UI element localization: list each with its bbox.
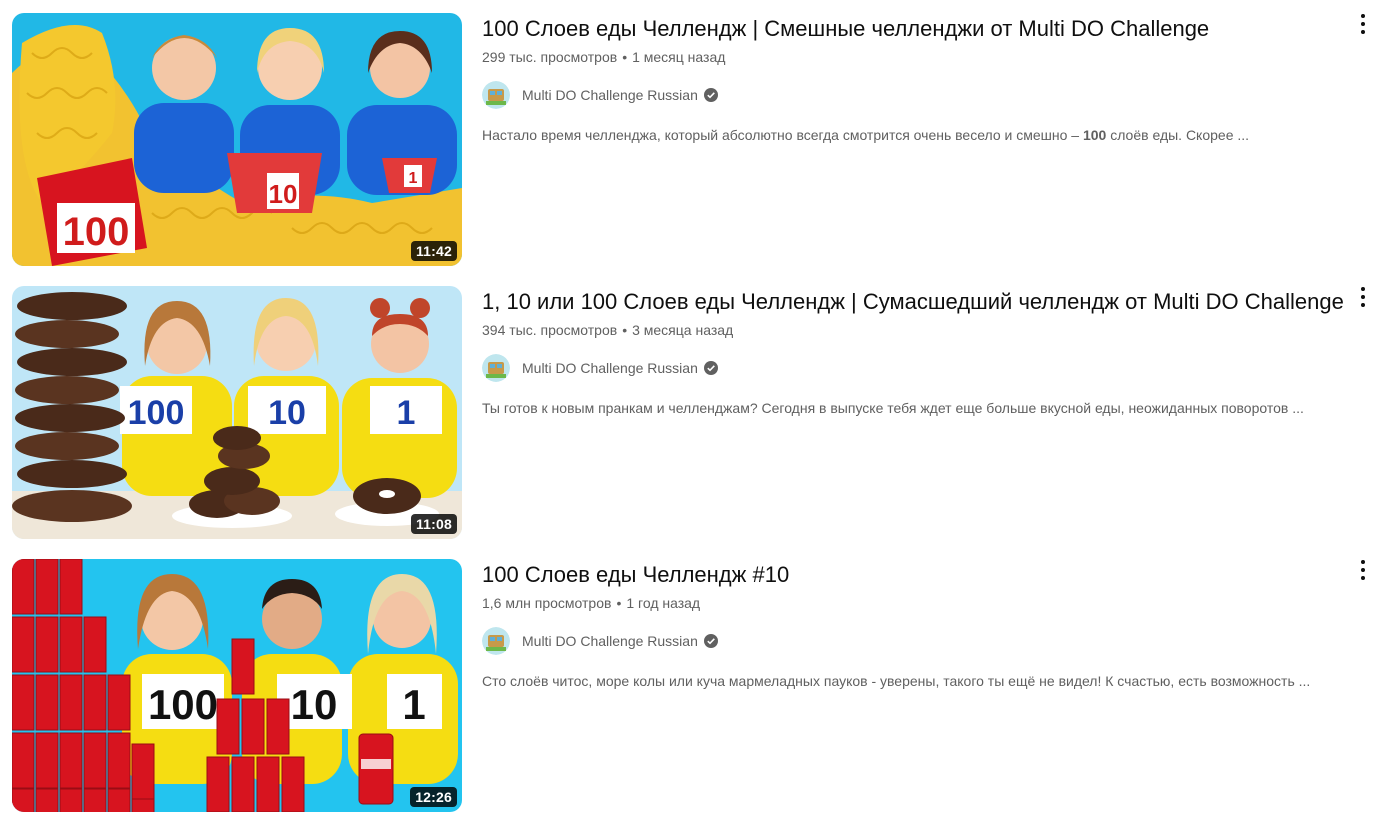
- video-result-1[interactable]: 10 1 100 11:42 100 Слоев еды Челлендж | …: [0, 0, 1397, 266]
- thumb-label-10: 10: [291, 681, 338, 728]
- thumb-label-1: 1: [402, 681, 425, 728]
- video-info: 100 Слоев еды Челлендж | Смешные челленд…: [482, 12, 1352, 145]
- video-result-3[interactable]: 100 10 1 12:26 100 Слоев еды Челлендж #1…: [0, 546, 1397, 812]
- video-result-2[interactable]: 100 10 1 11:08 1, 10 или 100 Слоев еды Ч…: [0, 273, 1397, 539]
- verified-check-icon: [703, 88, 718, 102]
- thumb-label-10: 10: [269, 179, 298, 209]
- thumb-label-100: 100: [148, 681, 218, 728]
- more-vert-icon[interactable]: [1351, 558, 1375, 582]
- thumbnail-image: 10 1 100: [12, 13, 462, 266]
- channel-row[interactable]: Multi DO Challenge Russian: [482, 354, 1352, 382]
- video-info: 100 Слоев еды Челлендж #10 1,6 млн просм…: [482, 558, 1352, 691]
- separator-dot: •: [616, 595, 622, 611]
- video-meta: 1,6 млн просмотров • 1 год назад: [482, 593, 1352, 613]
- video-description: Настало время челленджа, который абсолют…: [482, 125, 1382, 145]
- description-text: Сто слоёв читос, море колы или куча марм…: [482, 673, 1311, 689]
- video-title[interactable]: 100 Слоев еды Челлендж #10: [482, 558, 1352, 591]
- duration-badge: 12:26: [410, 787, 457, 807]
- thumb-label-1: 1: [409, 170, 418, 187]
- duration-badge: 11:08: [410, 514, 457, 534]
- more-vert-icon[interactable]: [1351, 285, 1375, 309]
- channel-row[interactable]: Multi DO Challenge Russian: [482, 81, 1352, 109]
- search-results: 10 1 100 11:42 100 Слоев еды Челлендж | …: [0, 0, 1397, 819]
- duration-badge: 11:42: [410, 241, 457, 261]
- thumb-label-1: 1: [397, 394, 416, 432]
- channel-name[interactable]: Multi DO Challenge Russian: [522, 87, 698, 103]
- view-count: 299 тыс. просмотров: [482, 49, 618, 65]
- verified-check-icon: [703, 361, 718, 375]
- upload-age: 1 год назад: [626, 595, 701, 611]
- video-meta: 394 тыс. просмотров • 3 месяца назад: [482, 320, 1352, 340]
- verified-check-icon: [703, 634, 718, 648]
- view-count: 1,6 млн просмотров: [482, 595, 612, 611]
- video-thumbnail[interactable]: 100 10 1: [12, 286, 462, 539]
- video-description: Сто слоёв читос, море колы или куча марм…: [482, 671, 1382, 691]
- video-meta: 299 тыс. просмотров • 1 месяц назад: [482, 47, 1352, 67]
- description-text: Настало время челленджа, который абсолют…: [482, 127, 1083, 143]
- video-title[interactable]: 1, 10 или 100 Слоев еды Челлендж | Сумас…: [482, 285, 1352, 318]
- separator-dot: •: [622, 49, 628, 65]
- separator-dot: •: [622, 322, 628, 338]
- channel-name[interactable]: Multi DO Challenge Russian: [522, 633, 698, 649]
- video-thumbnail[interactable]: 100 10 1: [12, 559, 462, 812]
- more-vert-icon[interactable]: [1351, 12, 1375, 36]
- video-description: Ты готов к новым пранкам и челленджам? С…: [482, 398, 1382, 418]
- channel-avatar[interactable]: [482, 81, 510, 109]
- description-text-end: слоёв еды. Скорее ...: [1106, 127, 1250, 143]
- thumbnail-image: 100 10 1: [12, 559, 462, 812]
- video-thumbnail[interactable]: 10 1 100 11:42: [12, 13, 462, 266]
- view-count: 394 тыс. просмотров: [482, 322, 618, 338]
- channel-row[interactable]: Multi DO Challenge Russian: [482, 627, 1352, 655]
- channel-name[interactable]: Multi DO Challenge Russian: [522, 360, 698, 376]
- channel-avatar[interactable]: [482, 627, 510, 655]
- thumb-label-100: 100: [63, 210, 130, 254]
- video-info: 1, 10 или 100 Слоев еды Челлендж | Сумас…: [482, 285, 1352, 418]
- video-title[interactable]: 100 Слоев еды Челлендж | Смешные челленд…: [482, 12, 1352, 45]
- thumb-label-10: 10: [268, 394, 306, 432]
- thumb-label-100: 100: [128, 394, 185, 432]
- upload-age: 3 месяца назад: [632, 322, 734, 338]
- channel-avatar[interactable]: [482, 354, 510, 382]
- upload-age: 1 месяц назад: [632, 49, 726, 65]
- thumbnail-image: 100 10 1: [12, 286, 462, 539]
- description-text: Ты готов к новым пранкам и челленджам? С…: [482, 400, 1304, 416]
- description-highlight: 100: [1082, 127, 1107, 143]
